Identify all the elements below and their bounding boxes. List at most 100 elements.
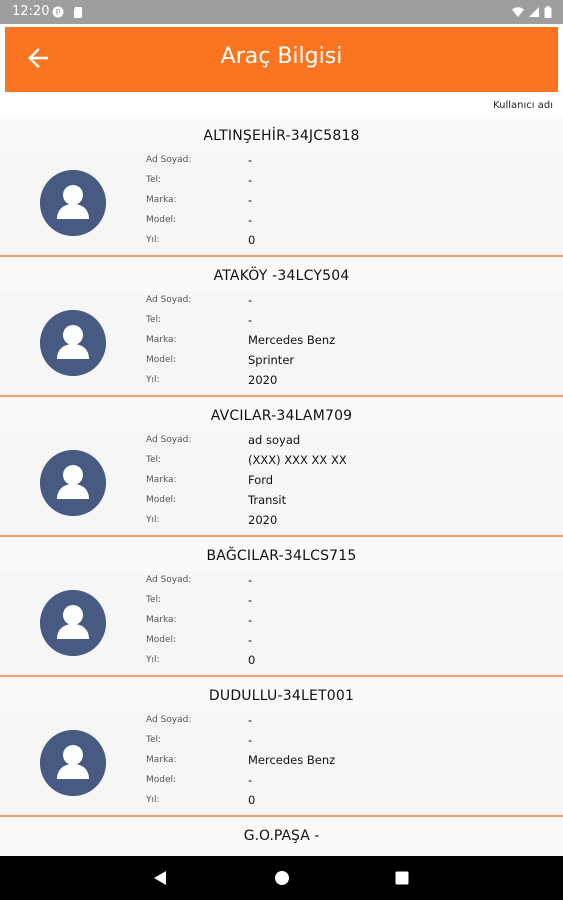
vehicle-card[interactable]: DUDULLU-34LET001 Ad Soyad: - Tel: - Marka: Mer… <box>0 677 563 817</box>
vehicle-field-year: Yıl: 2020 <box>146 513 546 533</box>
vehicle-card[interactable]: BAĞCILAR-34LCS715 Ad Soyad: - Tel: - Marka: - M… <box>0 537 563 677</box>
vehicle-card[interactable]: AVCILAR-34LAM709 Ad Soyad: ad soyad Tel: (XX… <box>0 397 563 537</box>
vehicle-card[interactable]: ALTINŞEHİR-34JC5818 Ad Soyad: - Tel: - Marka:… <box>0 117 563 257</box>
field-value-phone: - <box>248 173 253 187</box>
field-label-model: Model: <box>146 635 177 645</box>
vehicle-field-phone: Tel: - <box>146 313 546 333</box>
vehicle-card-header: ALTINŞEHİR-34JC5818 <box>0 117 563 151</box>
field-label-model: Model: <box>146 775 177 785</box>
vehicle-card[interactable]: ATAKÖY -34LCY504 Ad Soyad: - Tel: - Marka: Mer… <box>0 257 563 397</box>
wifi-icon <box>512 7 524 17</box>
svg-text:P: P <box>56 8 61 17</box>
field-value-brand: Ford <box>248 473 274 487</box>
field-value-model: - <box>248 773 253 787</box>
vehicle-field-year: Yıl: 2020 <box>146 373 546 393</box>
vehicle-field-year: Yıl: 0 <box>146 233 546 253</box>
vehicle-field-brand: Marka: Mercedes Benz <box>146 333 546 353</box>
field-value-name: - <box>248 573 253 587</box>
vehicle-list: ALTINŞEHİR-34JC5818 Ad Soyad: - Tel: - Marka:… <box>0 117 563 817</box>
vehicle-field-year: Yıl: 0 <box>146 653 546 673</box>
vehicle-card-header: ATAKÖY -34LCY504 <box>0 257 563 291</box>
field-label-year: Yıl: <box>146 375 160 385</box>
status-bar: 12:20 P <box>0 0 563 24</box>
vehicle-field-model: Model: Sprinter <box>146 353 546 373</box>
field-label-year: Yıl: <box>146 515 160 525</box>
sd-card-icon <box>74 7 82 18</box>
user-avatar-icon <box>40 590 106 656</box>
vehicle-field-name: Ad Soyad: - <box>146 293 546 313</box>
vehicle-field-model: Model: - <box>146 213 546 233</box>
field-value-model: - <box>248 213 253 227</box>
field-value-model: Transit <box>248 493 287 507</box>
user-avatar-icon <box>40 170 106 236</box>
triangle-back-icon[interactable] <box>153 870 167 886</box>
field-value-brand: - <box>248 193 253 207</box>
vehicle-field-phone: Tel: - <box>146 733 546 753</box>
field-label-year: Yıl: <box>146 795 160 805</box>
field-label-year: Yıl: <box>146 235 160 245</box>
field-value-phone: (XXX) XXX XX XX <box>248 453 347 467</box>
field-label-name: Ad Soyad: <box>146 715 192 725</box>
field-value-phone: - <box>248 733 253 747</box>
vehicle-card-header: DUDULLU-34LET001 <box>0 677 563 711</box>
field-label-model: Model: <box>146 355 177 365</box>
field-label-model: Model: <box>146 215 177 225</box>
field-value-year: 0 <box>248 233 256 247</box>
vehicle-field-name: Ad Soyad: - <box>146 713 546 733</box>
field-label-phone: Tel: <box>146 315 162 325</box>
vehicle-field-year: Yıl: 0 <box>146 793 546 813</box>
vehicle-field-phone: Tel: - <box>146 593 546 613</box>
field-label-phone: Tel: <box>146 455 162 465</box>
vehicle-field-brand: Marka: - <box>146 193 546 213</box>
field-value-brand: Mercedes Benz <box>248 333 336 347</box>
field-label-brand: Marka: <box>146 335 177 345</box>
status-time: 12:20 <box>12 4 50 19</box>
field-value-brand: - <box>248 613 253 627</box>
field-value-phone: - <box>248 313 253 327</box>
field-label-phone: Tel: <box>146 595 162 605</box>
page-title: Araç Bilgisi <box>220 44 343 69</box>
field-label-model: Model: <box>146 495 177 505</box>
field-value-year: 0 <box>248 793 256 807</box>
field-value-brand: Mercedes Benz <box>248 753 336 767</box>
square-recents-icon[interactable] <box>395 871 409 885</box>
field-label-year: Yıl: <box>146 655 160 665</box>
field-label-name: Ad Soyad: <box>146 575 192 585</box>
field-value-phone: - <box>248 593 253 607</box>
field-value-name: ad soyad <box>248 433 301 447</box>
vehicle-card-header: BAĞCILAR-34LCS715 <box>0 537 563 571</box>
notification-icon: P <box>52 6 64 18</box>
field-label-phone: Tel: <box>146 735 162 745</box>
vehicle-field-brand: Marka: Mercedes Benz <box>146 753 546 773</box>
vehicle-card-header[interactable]: G.O.PAŞA - <box>0 817 563 856</box>
vehicle-field-brand: Marka: Ford <box>146 473 546 493</box>
field-value-name: - <box>248 153 253 167</box>
field-label-name: Ad Soyad: <box>146 155 192 165</box>
field-label-name: Ad Soyad: <box>146 295 192 305</box>
field-value-name: - <box>248 293 253 307</box>
vehicle-field-name: Ad Soyad: ad soyad <box>146 433 546 453</box>
battery-icon <box>544 6 552 18</box>
vehicle-card-header: AVCILAR-34LAM709 <box>0 397 563 431</box>
field-value-name: - <box>248 713 253 727</box>
user-avatar-icon <box>40 310 106 376</box>
signal-icon <box>529 7 539 17</box>
field-value-model: Sprinter <box>248 353 295 367</box>
field-label-brand: Marka: <box>146 755 177 765</box>
field-value-year: 2020 <box>248 373 278 387</box>
field-label-name: Ad Soyad: <box>146 435 192 445</box>
circle-home-icon[interactable] <box>274 870 290 886</box>
vehicle-field-name: Ad Soyad: - <box>146 573 546 593</box>
vehicle-field-phone: Tel: (XXX) XXX XX XX <box>146 453 546 473</box>
field-label-brand: Marka: <box>146 195 177 205</box>
user-avatar-icon <box>40 450 106 516</box>
vehicle-field-model: Model: - <box>146 633 546 653</box>
field-label-brand: Marka: <box>146 615 177 625</box>
vehicle-field-name: Ad Soyad: - <box>146 153 546 173</box>
field-value-year: 0 <box>248 653 256 667</box>
field-label-phone: Tel: <box>146 175 162 185</box>
field-label-brand: Marka: <box>146 475 177 485</box>
field-value-year: 2020 <box>248 513 278 527</box>
username-label: Kullanıcı adı <box>493 100 553 111</box>
vehicle-field-phone: Tel: - <box>146 173 546 193</box>
